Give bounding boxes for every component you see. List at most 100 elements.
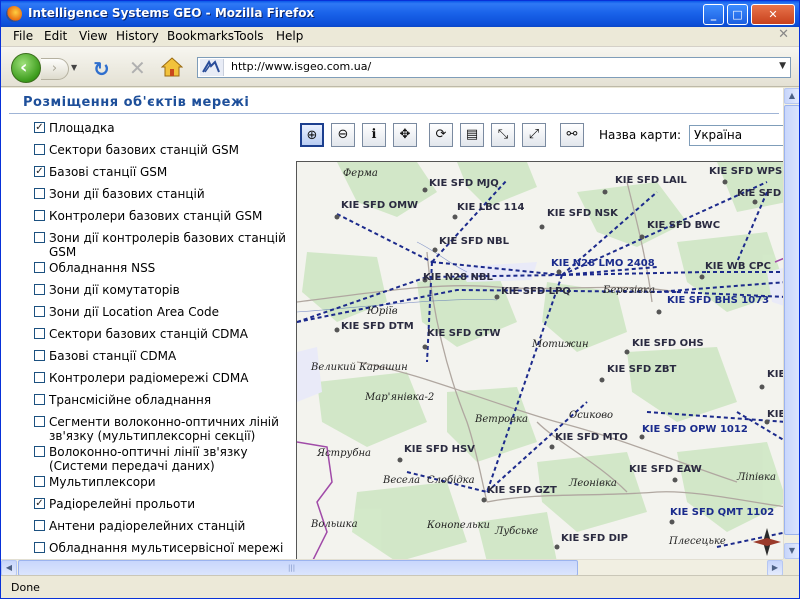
layer-checkbox[interactable] xyxy=(34,210,45,221)
layer-label: Зони дії контролерів базових станцій GSM xyxy=(49,231,286,259)
station-label: KIE SFD LAIL xyxy=(615,175,687,186)
address-bar[interactable]: http://www.isgeo.com.ua/ ▼ xyxy=(197,57,791,78)
window-title: Intelligence Systems GEO - Mozilla Firef… xyxy=(28,6,315,20)
full-extent-icon[interactable]: ⤢ xyxy=(522,123,546,147)
layer-item[interactable]: Базові станції CDMA xyxy=(31,349,291,371)
station-label: KIE SFD EAW xyxy=(629,464,702,475)
layer-checkbox[interactable] xyxy=(34,122,45,133)
town-label: Березівка xyxy=(602,285,655,296)
station-label: KIE SFD DTM xyxy=(341,321,414,332)
station-label: KIE SFD OPW 1012 xyxy=(642,424,748,435)
layers-icon[interactable]: ▤ xyxy=(460,123,484,147)
layer-label: Сектори базових станцій GSM xyxy=(49,143,240,157)
layer-label: Базові станції CDMA xyxy=(49,349,177,363)
title-bar[interactable]: Intelligence Systems GEO - Mozilla Firef… xyxy=(1,1,799,27)
home-icon[interactable] xyxy=(161,57,183,77)
layer-item[interactable]: Зони дії базових станцій xyxy=(31,187,291,209)
horizontal-scrollbar[interactable]: ◀ ||| ▶ xyxy=(1,559,783,576)
layer-item[interactable]: Обладнання NSS xyxy=(31,261,291,283)
menu-bar: File Edit View History Bookmarks Tools H… xyxy=(1,27,799,47)
layer-label: Зони дії Location Area Code xyxy=(49,305,219,319)
layer-checkbox[interactable] xyxy=(34,144,45,155)
layer-item[interactable]: Контролери базових станцій GSM xyxy=(31,209,291,231)
station-label: KIE SFD QMT 1102 xyxy=(670,507,774,518)
menu-history[interactable]: History xyxy=(116,29,159,43)
station-label: KIE LBC 114 xyxy=(457,202,525,213)
find-icon[interactable]: ⚯ xyxy=(560,123,584,147)
town-label: Ветровка xyxy=(474,414,528,425)
close-button[interactable]: ✕ xyxy=(751,4,795,25)
layer-checkbox[interactable] xyxy=(34,284,45,295)
url-dropdown-icon[interactable]: ▼ xyxy=(779,61,786,71)
layer-label: Радіорелейні прольоти xyxy=(49,497,196,511)
layer-checkbox[interactable] xyxy=(34,372,45,383)
layer-label: Антени радіорелейних станцій xyxy=(49,519,246,533)
layer-item[interactable]: Площадка xyxy=(31,121,291,143)
vertical-scrollbar[interactable]: ▲ ▼ xyxy=(783,88,799,559)
station-label: KIE SF xyxy=(767,409,783,420)
layer-checkbox[interactable] xyxy=(34,394,45,405)
layer-checkbox[interactable] xyxy=(34,520,45,531)
layer-item[interactable]: Контролери радіомережі CDMA xyxy=(31,371,291,393)
reload-icon[interactable]: ↻ xyxy=(93,57,110,81)
scroll-left-icon[interactable]: ◀ xyxy=(1,560,17,576)
layer-item[interactable]: Мультиплексори xyxy=(31,475,291,497)
minimize-button[interactable]: _ xyxy=(703,4,724,25)
layer-item[interactable]: Зони дії комутаторів xyxy=(31,283,291,305)
layer-checkbox[interactable] xyxy=(34,446,45,457)
layer-item[interactable]: Антени радіорелейних станцій xyxy=(31,519,291,541)
menu-view[interactable]: View xyxy=(79,29,107,43)
layer-checkbox[interactable] xyxy=(34,166,45,177)
history-dropdown-icon[interactable]: ▼ xyxy=(71,63,77,72)
layer-item[interactable]: Базові станції GSM xyxy=(31,165,291,187)
layer-item[interactable]: Трансмісійне обладнання xyxy=(31,393,291,415)
zoom-out-icon[interactable]: ⊖ xyxy=(331,123,355,147)
town-label: Конопельки xyxy=(426,520,490,531)
layer-checkbox[interactable] xyxy=(34,188,45,199)
refresh-icon[interactable]: ⟳ xyxy=(429,123,453,147)
layer-label: Обладнання NSS xyxy=(49,261,156,275)
maximize-button[interactable]: □ xyxy=(727,4,748,25)
map-canvas[interactable]: KIE SFD MJQ KIE SFD LAIL KIE SFD WPS KIE… xyxy=(297,162,783,559)
layer-item[interactable]: Волоконно-оптичні лінії зв'язку (Системи… xyxy=(31,445,291,475)
layer-checkbox[interactable] xyxy=(34,262,45,273)
scroll-thumb-horizontal[interactable] xyxy=(18,560,578,576)
menu-bookmarks[interactable]: Bookmarks xyxy=(167,29,234,43)
layer-item[interactable]: Сектори базових станцій CDMA xyxy=(31,327,291,349)
layer-item[interactable]: Сегменти волоконно-оптичних ліній зв'язк… xyxy=(31,415,291,445)
map-name-select[interactable]: Україна xyxy=(689,125,783,146)
close-tab-icon[interactable]: ✕ xyxy=(778,27,789,42)
layer-checkbox[interactable] xyxy=(34,498,45,509)
menu-tools[interactable]: Tools xyxy=(234,29,264,43)
scroll-up-icon[interactable]: ▲ xyxy=(784,88,799,104)
menu-file[interactable]: File xyxy=(13,29,33,43)
layer-checkbox[interactable] xyxy=(34,476,45,487)
layer-checkbox[interactable] xyxy=(34,306,45,317)
town-label: Лубське xyxy=(494,526,538,537)
town-label: Ліпівка xyxy=(736,472,776,483)
layer-item[interactable]: Радіорелейні прольоти xyxy=(31,497,291,519)
scroll-thumb[interactable] xyxy=(784,105,799,535)
layer-label: Сектори базових станцій CDMA xyxy=(49,327,248,341)
layer-checkbox[interactable] xyxy=(34,232,45,243)
layer-item[interactable]: Зони дії контролерів базових станцій GSM xyxy=(31,231,291,261)
forward-button[interactable]: › xyxy=(41,58,69,80)
layer-item[interactable]: Зони дії Location Area Code xyxy=(31,305,291,327)
stop-icon[interactable]: ✕ xyxy=(129,56,146,80)
layer-checkbox[interactable] xyxy=(34,416,45,427)
layer-checkbox[interactable] xyxy=(34,328,45,339)
scroll-right-icon[interactable]: ▶ xyxy=(767,560,783,576)
zoom-in-icon[interactable]: ⊕ xyxy=(300,123,324,147)
shrink-icon[interactable]: ⤡ xyxy=(491,123,515,147)
info-icon[interactable]: ℹ xyxy=(362,123,386,147)
menu-edit[interactable]: Edit xyxy=(44,29,67,43)
back-button[interactable]: ‹ xyxy=(11,53,41,83)
layer-checkbox[interactable] xyxy=(34,542,45,553)
layer-item[interactable]: Обладнання мультисервісної мережі xyxy=(31,541,291,559)
layer-checkbox[interactable] xyxy=(34,350,45,361)
layer-item[interactable]: Сектори базових станцій GSM xyxy=(31,143,291,165)
map-view[interactable]: KIE SFD MJQ KIE SFD LAIL KIE SFD WPS KIE… xyxy=(296,161,783,559)
scroll-down-icon[interactable]: ▼ xyxy=(784,543,799,559)
menu-help[interactable]: Help xyxy=(276,29,303,43)
pan-icon[interactable]: ✥ xyxy=(393,123,417,147)
